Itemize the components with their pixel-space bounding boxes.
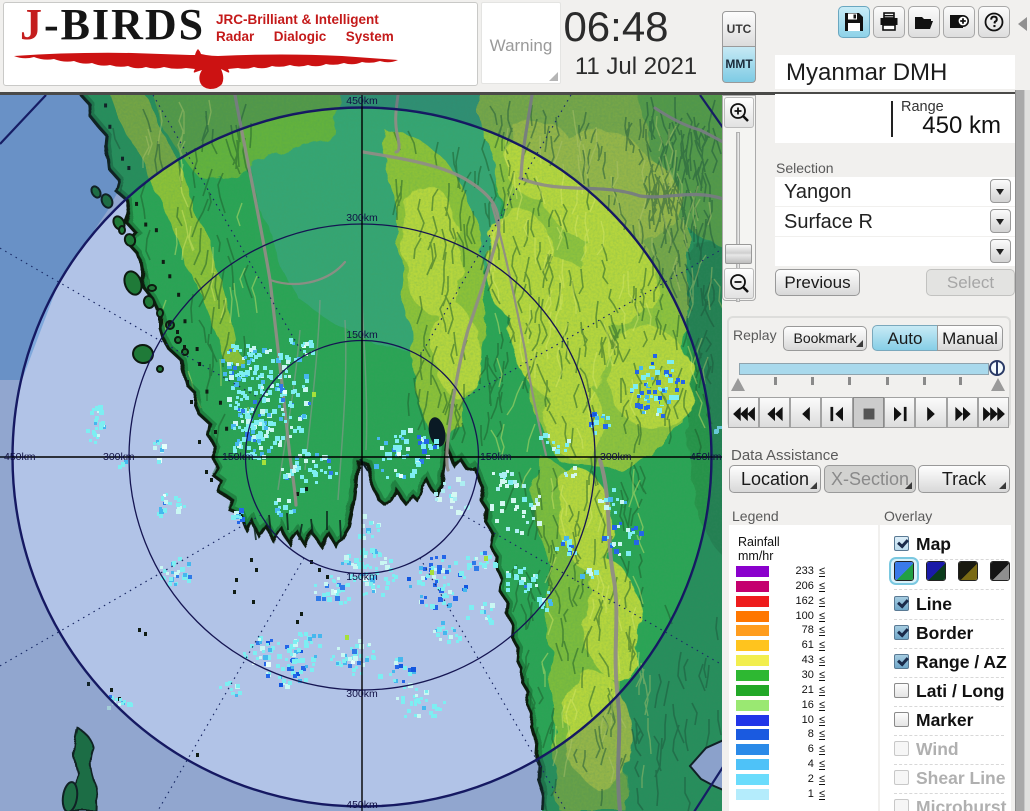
svg-text:300km: 300km <box>346 688 378 700</box>
svg-text:150km: 150km <box>346 329 378 341</box>
svg-text:300km: 300km <box>103 451 135 463</box>
svg-text:300km: 300km <box>346 212 378 224</box>
svg-text:450km: 450km <box>346 799 378 811</box>
svg-text:150km: 150km <box>222 451 254 463</box>
svg-text:300km: 300km <box>600 451 632 463</box>
svg-text:150km: 150km <box>480 451 512 463</box>
svg-text:450km: 450km <box>346 95 378 107</box>
svg-text:450km: 450km <box>4 451 36 463</box>
svg-text:150km: 150km <box>346 571 378 583</box>
svg-text:450km: 450km <box>690 451 722 463</box>
